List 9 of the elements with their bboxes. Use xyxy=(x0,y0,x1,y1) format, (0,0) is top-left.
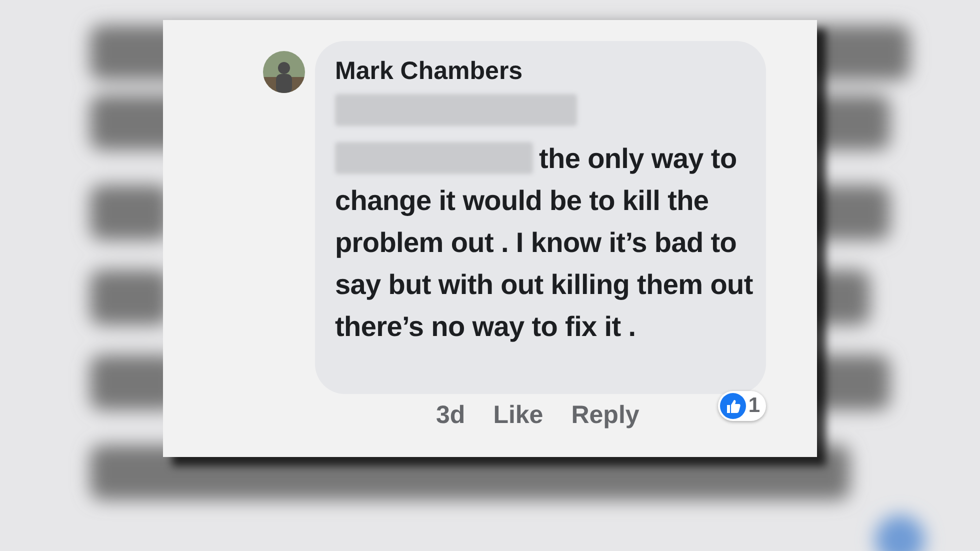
avatar-icon xyxy=(263,51,305,93)
comment-action-link[interactable]: Reply xyxy=(571,401,640,430)
comment-action-link[interactable]: Like xyxy=(493,401,544,430)
author-name[interactable]: Mark Chambers xyxy=(335,57,756,86)
reaction-count: 1 xyxy=(748,394,760,418)
thumbs-up-icon xyxy=(720,393,746,419)
comment-text: the only way to change it would be to kill the problem out . I know it’s bad to say but with out killing them out there’s no way to fix it . xyxy=(335,94,755,348)
comment-age: 3d xyxy=(436,401,466,430)
reaction-badge[interactable]: 1 xyxy=(718,391,766,421)
